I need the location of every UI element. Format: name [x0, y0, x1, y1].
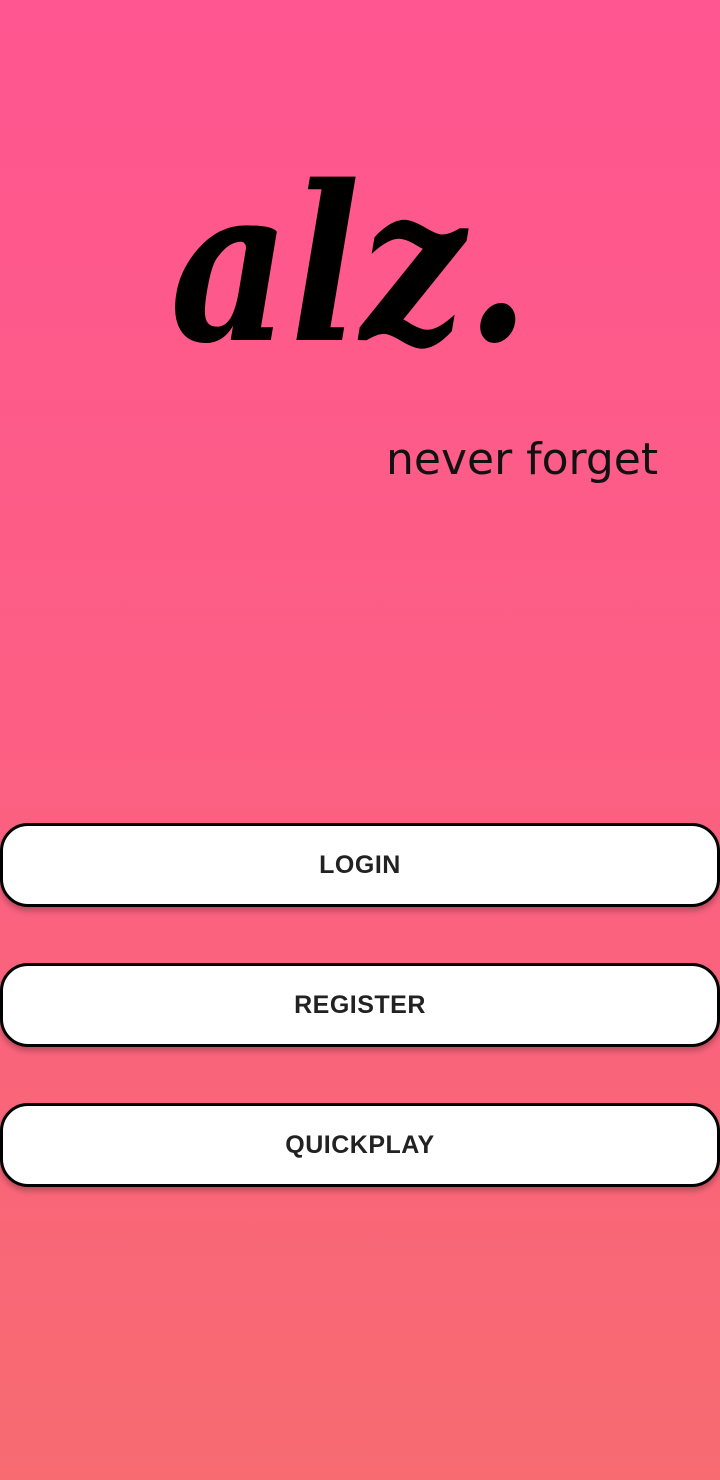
- login-button-label: LOGIN: [319, 850, 401, 879]
- register-button-label: REGISTER: [294, 990, 426, 1019]
- quickplay-button[interactable]: QUICKPLAY: [0, 1103, 720, 1187]
- quickplay-button-label: QUICKPLAY: [285, 1130, 435, 1159]
- app-logo-text: alz.: [170, 138, 530, 391]
- register-button[interactable]: REGISTER: [0, 963, 720, 1047]
- tagline: never forget: [386, 434, 659, 485]
- welcome-screen: alz. never forget LOGIN REGISTER QUICKPL…: [0, 0, 720, 1480]
- app-logo: alz.: [170, 138, 530, 391]
- login-button[interactable]: LOGIN: [0, 823, 720, 907]
